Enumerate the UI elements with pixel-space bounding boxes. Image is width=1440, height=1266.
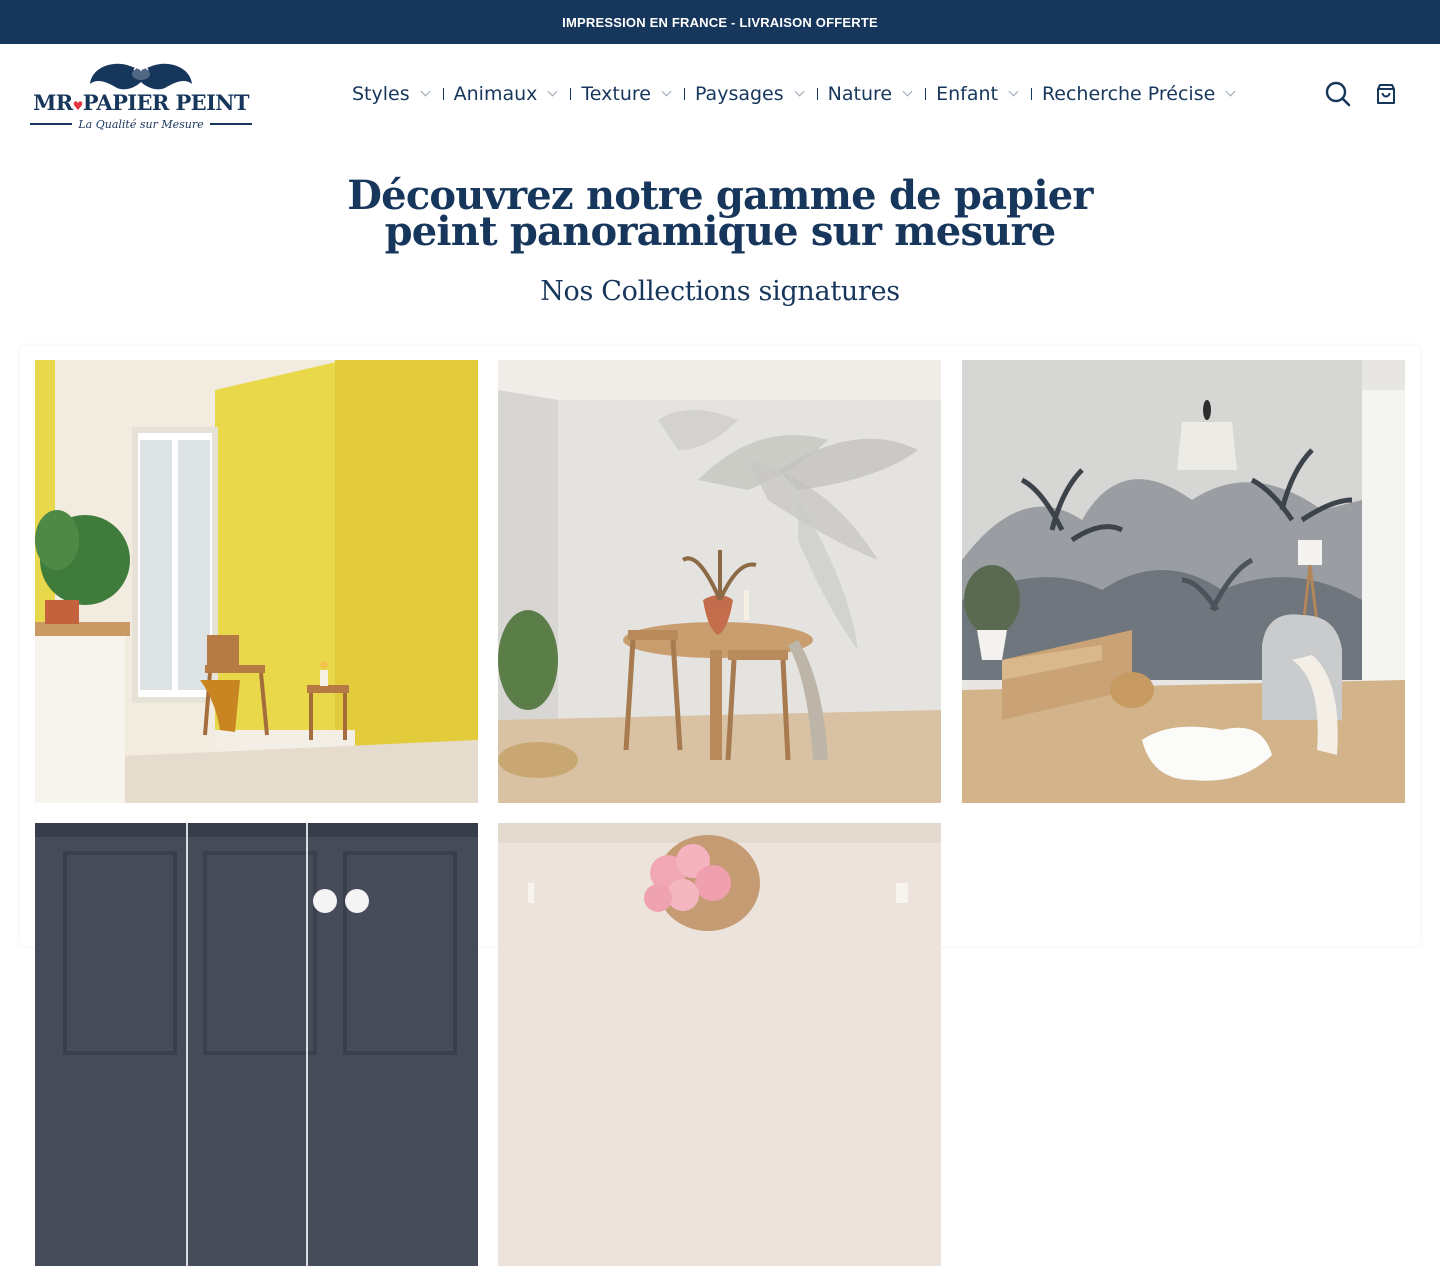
nav-separator — [442, 88, 444, 100]
nav-separator — [570, 88, 572, 100]
collection-tile-pink-flowers[interactable] — [498, 823, 941, 1266]
nav-item-paysages[interactable]: Paysages — [695, 83, 807, 105]
collection-image — [962, 360, 1405, 803]
chevron-down-icon — [902, 86, 913, 96]
nav-separator — [683, 88, 685, 100]
chevron-down-icon — [1225, 86, 1236, 96]
nav-item-animaux[interactable]: Animaux — [454, 83, 561, 105]
collection-image — [35, 360, 478, 803]
chevron-down-icon — [1008, 86, 1019, 96]
heart-icon: ♥ — [72, 99, 84, 113]
collection-image — [35, 823, 478, 1266]
site-header: MR♥PAPIER PEINT La Qualité sur Mesure St… — [0, 44, 1440, 144]
collections-subtitle: Nos Collections signatures — [540, 276, 900, 307]
announcement-bar: IMPRESSION EN FRANCE - LIVRAISON OFFERTE — [0, 0, 1440, 44]
logo-tagline: La Qualité sur Mesure — [30, 117, 252, 131]
cart-icon — [1377, 84, 1395, 104]
chevron-down-icon — [547, 86, 558, 96]
collections-grid — [20, 346, 1420, 1266]
nav-item-enfant[interactable]: Enfant — [936, 83, 1021, 105]
search-icon — [1325, 81, 1351, 107]
cart-button[interactable] — [1372, 80, 1400, 108]
nav-item-label: Enfant — [936, 83, 998, 105]
nav-item-label: Nature — [827, 83, 893, 105]
page-title: Découvrez notre gamme de papier peint pa… — [0, 176, 1440, 255]
hero: Découvrez notre gamme de papier peint pa… — [0, 176, 1440, 308]
logo[interactable]: MR♥PAPIER PEINT La Qualité sur Mesure — [30, 56, 252, 132]
nav-item-label: Texture — [581, 83, 651, 105]
announcement-text: IMPRESSION EN FRANCE - LIVRAISON OFFERTE — [562, 14, 878, 30]
collection-tile-dark-panels[interactable] — [35, 823, 478, 1266]
chevron-down-icon — [794, 86, 805, 96]
nav-item-label: Styles — [352, 83, 410, 105]
logo-wordmark: MR♥PAPIER PEINT — [33, 90, 249, 115]
nav-item-label: Paysages — [694, 83, 784, 105]
nav-separator — [1030, 88, 1032, 100]
collection-tile-palm-dining[interactable] — [498, 360, 941, 803]
chevron-down-icon — [420, 86, 431, 96]
nav-item-recherche-precise[interactable]: Recherche Précise — [1042, 83, 1238, 105]
collection-tile-jungle-mural[interactable] — [962, 360, 1405, 803]
nav-item-nature[interactable]: Nature — [828, 83, 915, 105]
nav-item-texture[interactable]: Texture — [581, 83, 674, 105]
collection-image — [498, 360, 941, 803]
chevron-down-icon — [661, 86, 672, 96]
nav-item-styles[interactable]: Styles — [352, 83, 433, 105]
main-nav: Styles Animaux Texture Paysages Nature E… — [352, 44, 1238, 144]
nav-item-label: Recherche Précise — [1041, 83, 1216, 105]
collection-tile-yellow-room[interactable] — [35, 360, 478, 803]
header-actions — [1324, 44, 1400, 144]
nav-separator — [816, 88, 818, 100]
logo-tagline-text: La Qualité sur Mesure — [78, 117, 204, 131]
nav-item-label: Animaux — [453, 83, 538, 105]
collection-image — [498, 823, 941, 1266]
nav-separator — [925, 88, 927, 100]
search-button[interactable] — [1324, 80, 1352, 108]
page-title-line: peint panoramique sur mesure — [384, 208, 1057, 255]
